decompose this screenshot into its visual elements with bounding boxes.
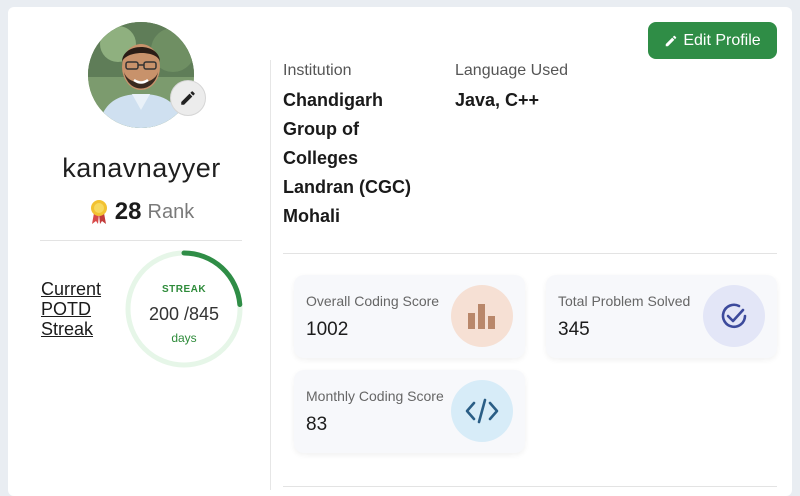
column-divider	[270, 60, 271, 490]
institution-value: Chandigarh Group of Colleges Landran (CG…	[283, 86, 411, 231]
pencil-icon	[666, 35, 677, 46]
total-problem-solved-card: Total Problem Solved 345	[546, 275, 777, 358]
institution-line: Landran (CGC)	[283, 177, 411, 197]
divider	[283, 486, 777, 487]
medal-icon	[90, 200, 107, 224]
institution-line: Group of	[283, 119, 359, 139]
bar-chart-icon	[451, 285, 513, 347]
stat-value: 83	[306, 414, 328, 435]
avatar-container	[88, 22, 206, 128]
rank-label: Rank	[147, 200, 195, 223]
stat-label: Overall Coding Score	[306, 293, 440, 309]
rank-number: 28	[114, 198, 142, 225]
edit-profile-label: Edit Profile	[683, 31, 761, 49]
stat-value: 345	[558, 319, 590, 340]
code-icon	[451, 380, 513, 442]
streak-label-line: POTD	[41, 299, 92, 319]
username: kanavnayyer	[62, 153, 221, 183]
streak-unit: days	[171, 331, 197, 345]
edit-avatar-button[interactable]	[170, 80, 206, 116]
stat-label: Monthly Coding Score	[306, 388, 444, 404]
edit-profile-button[interactable]: Edit Profile	[648, 22, 777, 59]
institution-line: Colleges	[283, 148, 359, 168]
rank-row: 28 Rank	[40, 198, 243, 226]
pencil-icon	[181, 91, 195, 105]
streak-title: STREAK	[161, 284, 207, 295]
streak-value: 200 /845	[148, 304, 220, 324]
check-circle-icon	[703, 285, 765, 347]
language-value: Java, C++	[455, 90, 540, 110]
language-label: Language Used	[455, 62, 568, 79]
monthly-coding-score-card: Monthly Coding Score 83	[294, 370, 525, 453]
institution-label: Institution	[283, 62, 352, 79]
divider	[283, 253, 777, 254]
institution-line: Mohali	[283, 206, 340, 226]
stat-value: 1002	[306, 319, 349, 340]
streak-label-line: Streak	[41, 319, 94, 339]
institution-line: Chandigarh	[283, 90, 384, 110]
overall-coding-score-card: Overall Coding Score 1002	[294, 275, 525, 358]
streak-label-line: Current	[41, 279, 102, 299]
stat-label: Total Problem Solved	[558, 293, 691, 309]
divider	[40, 240, 242, 241]
current-potd-streak-link[interactable]: Current POTD Streak	[41, 279, 121, 339]
streak-progress-ring: STREAK 200 /845 days	[124, 249, 244, 369]
